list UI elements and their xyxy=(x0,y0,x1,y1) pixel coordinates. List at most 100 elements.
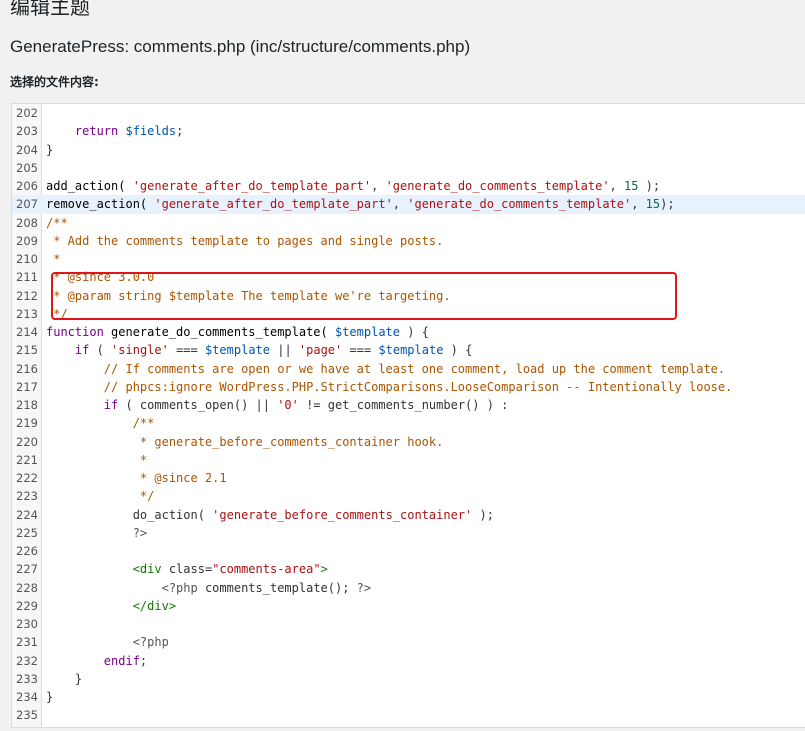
code-line[interactable]: 220 * generate_before_comments_container… xyxy=(12,433,805,451)
code-token: === xyxy=(168,343,205,358)
code-text: * @param string $template The template w… xyxy=(46,287,451,305)
code-line[interactable]: 210 * xyxy=(12,250,805,268)
code-token: ) { xyxy=(400,325,429,339)
code-text: * xyxy=(46,250,60,268)
line-number: 223 xyxy=(16,489,38,504)
code-line[interactable]: 218 if ( comments_open() || '0' != get_c… xyxy=(12,396,805,414)
code-token: <?php xyxy=(161,580,198,595)
code-token: ?> xyxy=(356,580,372,595)
code-line[interactable]: 232 endif; xyxy=(12,652,805,670)
code-line[interactable]: 231 <?php xyxy=(12,633,805,651)
code-line[interactable]: 224 do_action( 'generate_before_comments… xyxy=(12,506,805,524)
code-line[interactable]: 206 add_action( 'generate_after_do_templa… xyxy=(12,177,805,195)
code-line[interactable]: 225 ?> xyxy=(12,524,805,542)
code-line[interactable]: 223 */ xyxy=(12,487,805,505)
code-token: * @since 2.1 xyxy=(46,471,227,485)
code-editor[interactable]: 202 203 return $fields; 204} 205 206 add_acti… xyxy=(11,103,805,728)
code-text: ?> xyxy=(46,524,147,542)
code-token: } xyxy=(46,671,83,686)
code-line[interactable]: 228 <?php comments_template(); ?> xyxy=(12,579,805,597)
code-token: === xyxy=(342,343,379,358)
code-line[interactable]: 221 * xyxy=(12,451,805,469)
code-token: || xyxy=(270,343,299,358)
code-token: * @param string $template The template w… xyxy=(46,288,451,303)
code-token: * Add the comments template to pages and… xyxy=(46,233,444,248)
code-line[interactable]: 214 function generate_do_comments_templat… xyxy=(12,323,805,341)
code-line[interactable]: 229 </div> xyxy=(12,597,805,615)
code-token: // phpcs:ignore WordPress.PHP.StrictComp… xyxy=(103,379,733,394)
line-number: 220 xyxy=(16,434,38,449)
code-line[interactable]: 204} xyxy=(12,141,805,159)
code-text: function generate_do_comments_template( … xyxy=(46,323,429,341)
code-line[interactable]: 226 xyxy=(12,542,805,560)
code-token: 15 xyxy=(624,179,639,193)
code-token: /** xyxy=(46,416,155,431)
code-text: add_action( 'generate_after_do_template_… xyxy=(46,177,660,195)
code-token: ); xyxy=(638,179,661,193)
code-line[interactable]: 215 if ( 'single' === $template || 'page… xyxy=(12,341,805,359)
code-text: return $fields; xyxy=(46,122,183,140)
code-line[interactable]: 222 * @since 2.1 xyxy=(12,469,805,487)
code-line[interactable]: 205 xyxy=(12,159,805,177)
line-number: 206 xyxy=(16,179,38,193)
code-text: * Add the comments template to pages and… xyxy=(46,232,443,250)
code-token: <div xyxy=(132,562,162,577)
code-line[interactable]: 219 /** xyxy=(12,414,805,432)
line-number: 229 xyxy=(16,598,38,613)
code-line[interactable]: 234} xyxy=(12,688,805,706)
code-text: remove_action( 'generate_after_do_templa… xyxy=(46,195,675,213)
code-token: * generate_before_comments_container hoo… xyxy=(46,434,444,449)
code-text: endif; xyxy=(46,652,147,670)
code-text: if ( 'single' === $template || 'page' ==… xyxy=(46,341,472,359)
code-token: 'generate_do_comments_template' xyxy=(407,197,632,212)
code-token: $template xyxy=(334,325,401,339)
code-text: /** xyxy=(46,214,68,232)
code-line[interactable]: 207 remove_action( 'generate_after_do_tem… xyxy=(12,195,805,214)
code-token: 'generate_after_do_template_part' xyxy=(132,179,372,193)
code-text: } xyxy=(46,688,53,706)
code-text: * @since 3.0.0 xyxy=(46,268,154,286)
code-line[interactable]: 230 xyxy=(12,615,805,633)
code-token: } xyxy=(46,690,54,704)
code-token: 'generate_after_do_template_part' xyxy=(154,197,393,212)
code-line[interactable]: 216 // If comments are open or we have a… xyxy=(12,360,805,378)
code-token: ( comments_open() || xyxy=(118,398,278,412)
line-number: 212 xyxy=(16,288,38,303)
code-line[interactable]: 208 /** xyxy=(12,214,805,232)
code-line[interactable]: 235 xyxy=(12,706,805,724)
code-line[interactable]: 209 * Add the comments template to pages… xyxy=(12,232,805,250)
line-number: 207 xyxy=(16,197,38,212)
code-token: if xyxy=(103,398,119,412)
code-token: 'single' xyxy=(111,343,169,358)
code-token: ); xyxy=(660,197,675,212)
line-number: 224 xyxy=(16,507,38,522)
code-line[interactable]: 212 * @param string $template The templa… xyxy=(12,287,805,305)
code-line[interactable]: 211 * @since 3.0.0 xyxy=(12,268,805,286)
code-token: return xyxy=(74,124,119,139)
code-token: , xyxy=(631,197,646,212)
code-line[interactable]: 227 <div class="comments-area"> xyxy=(12,560,805,578)
line-number: 205 xyxy=(16,160,38,175)
code-token: // If comments are open or we have at le… xyxy=(103,361,726,376)
line-number: 221 xyxy=(16,452,38,467)
code-token: ); xyxy=(472,507,494,522)
code-line[interactable]: 203 return $fields; xyxy=(12,122,805,140)
code-line[interactable]: 233 } xyxy=(12,670,805,688)
code-line[interactable]: 202 xyxy=(12,104,805,122)
line-number: 218 xyxy=(16,398,38,412)
code-token: * @since 3.0.0 xyxy=(46,270,155,285)
page-title: 编辑主题 xyxy=(10,0,90,19)
code-token: function xyxy=(46,325,104,339)
code-line[interactable]: 213 */ xyxy=(12,305,805,323)
code-lines[interactable]: 202 203 return $fields; 204} 205 206 add_acti… xyxy=(12,104,805,725)
code-line[interactable]: 217 // phpcs:ignore WordPress.PHP.Strict… xyxy=(12,378,805,396)
line-number: 216 xyxy=(16,361,38,376)
